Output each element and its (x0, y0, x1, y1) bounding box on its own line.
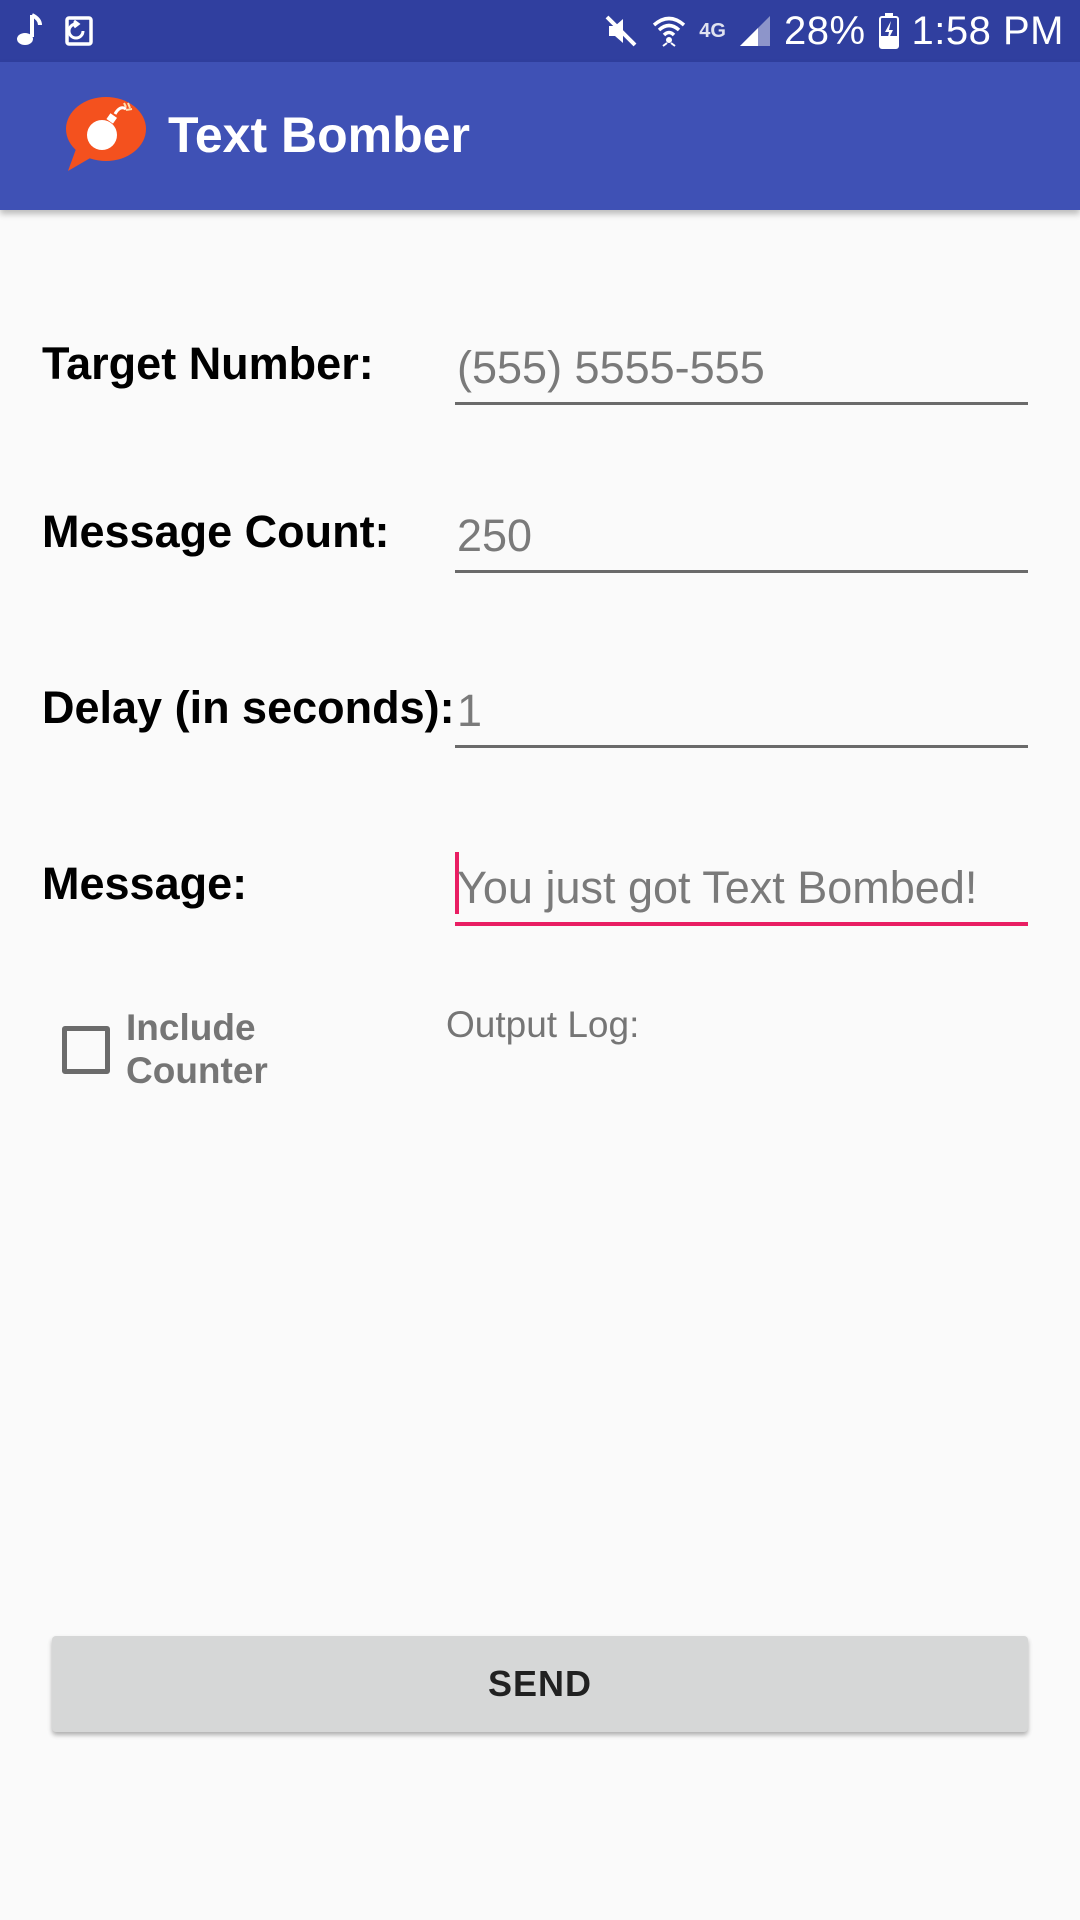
sync-calendar-icon (65, 16, 93, 46)
delay-value: 1 (457, 685, 483, 736)
status-right-icons: 4G 28% 1:58 PM (603, 8, 1064, 54)
battery-percent: 28% (783, 8, 866, 53)
target-number-label: Target Number: (42, 338, 374, 389)
message-count-value: 250 (457, 510, 533, 561)
delay-label: Delay (in seconds): (42, 682, 455, 733)
message-value: You just got Text Bombed! (457, 862, 978, 913)
delay-field[interactable]: 1 (455, 675, 1028, 748)
wifi-icon (653, 16, 686, 47)
message-label: Message: (42, 858, 248, 909)
battery-charging-icon (878, 13, 899, 49)
message-count-label: Message Count: (42, 506, 390, 557)
include-counter-checkbox-row[interactable]: Include Counter (58, 1007, 378, 1120)
target-number-field[interactable]: (555) 5555-555 (455, 332, 1028, 405)
network-type-label: 4G (699, 19, 726, 42)
message-count-field[interactable]: 250 (455, 500, 1028, 573)
send-button[interactable]: SEND (52, 1636, 1028, 1732)
music-note-icon (17, 13, 42, 45)
include-counter-checkbox[interactable] (62, 1026, 110, 1074)
target-number-value: (555) 5555-555 (457, 342, 765, 393)
clock: 1:58 PM (911, 8, 1064, 53)
signal-icon (739, 16, 770, 46)
status-left-icons (14, 10, 98, 52)
bomb-chat-bubble-icon (66, 97, 146, 171)
mute-icon (605, 15, 637, 47)
status-bar: 4G 28% 1:58 PM (0, 0, 1080, 62)
app-title: Text Bomber (168, 107, 470, 163)
app-bar: Text Bomber (0, 62, 1080, 210)
output-log-label: Output Log: (446, 1004, 640, 1045)
message-field[interactable]: You just got Text Bombed! (455, 852, 1028, 926)
include-counter-label: Include Counter (126, 1007, 268, 1091)
send-button-label: SEND (487, 1663, 593, 1704)
